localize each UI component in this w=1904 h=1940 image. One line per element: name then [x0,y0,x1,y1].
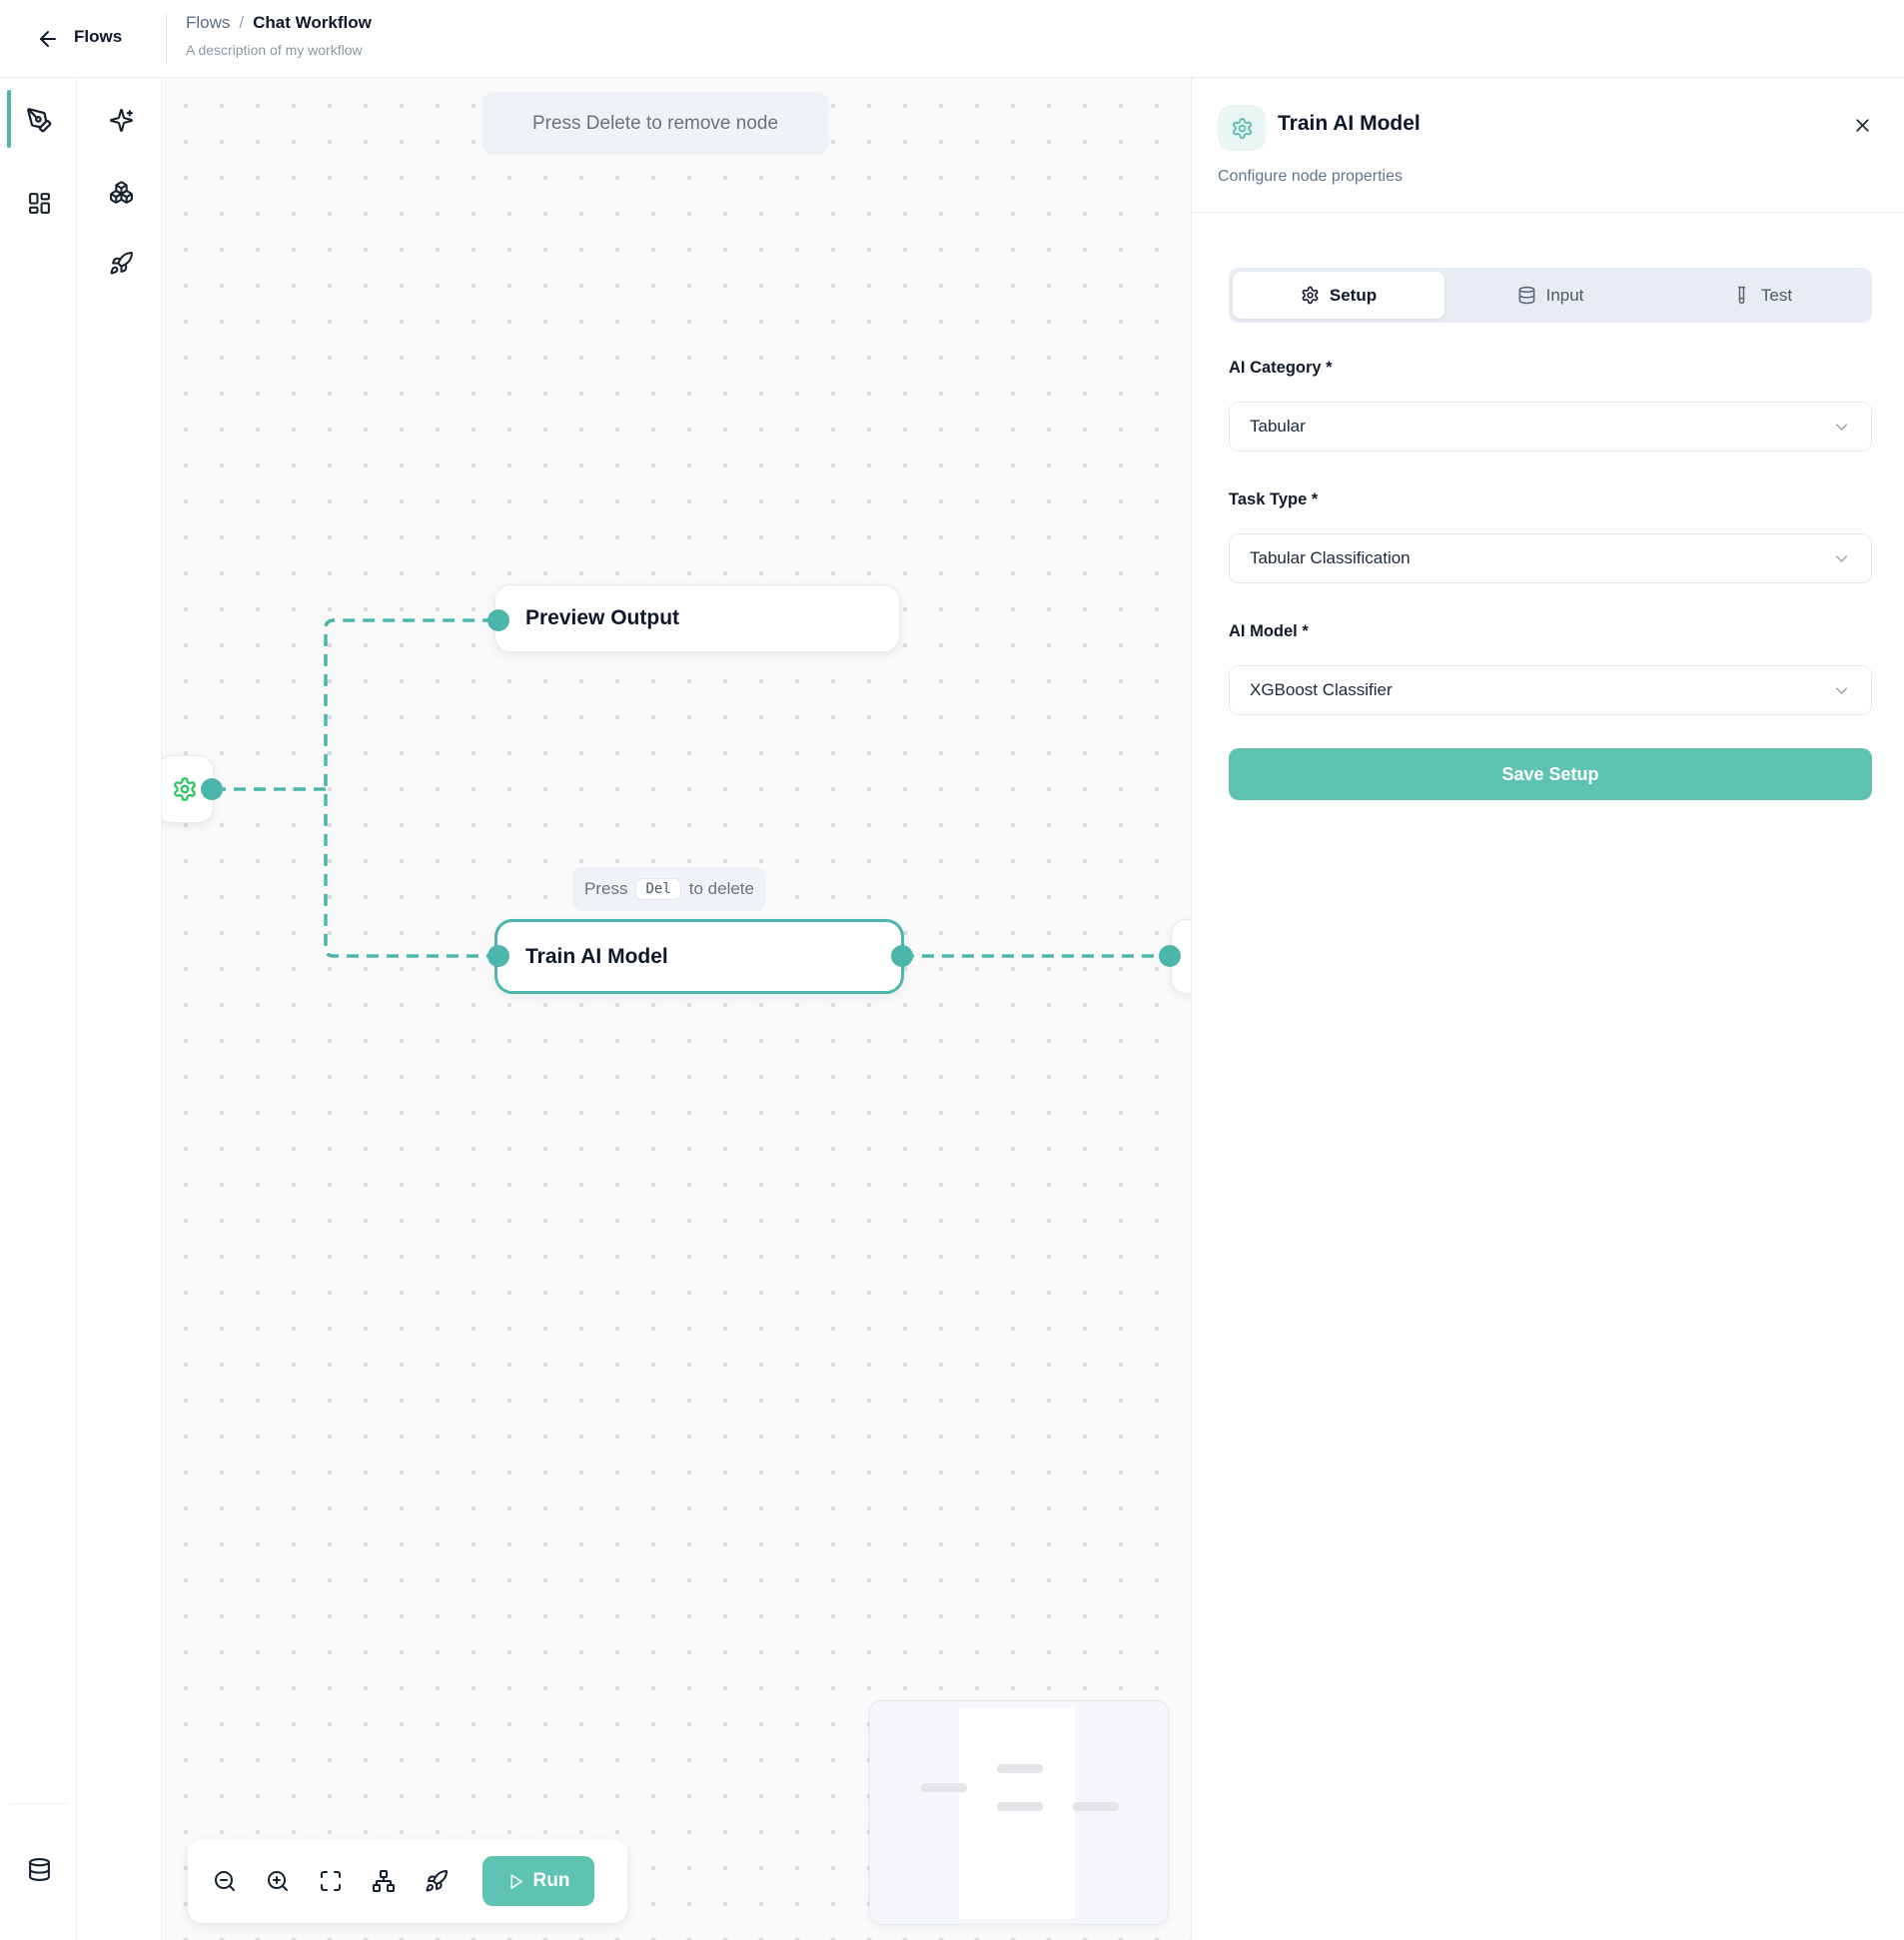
app-title: Flows [74,27,122,47]
panel-node-icon-box [1218,105,1266,151]
sparkles-plus-icon [109,108,134,133]
sidebar-item-dashboard[interactable] [17,181,61,225]
boxes-icon [109,180,134,205]
properties-panel: Train AI Model Configure node properties… [1191,78,1904,1940]
del-key: Del [635,878,680,900]
auto-layout-button[interactable] [371,1868,397,1894]
minimap-node [997,1802,1043,1811]
database-icon [1517,286,1536,305]
close-icon [1852,115,1873,136]
database-icon [27,1857,52,1882]
arrow-left-icon [36,27,60,51]
header-divider [166,14,167,64]
panel-divider [1192,212,1904,213]
save-setup-button[interactable]: Save Setup [1229,748,1872,800]
delete-hint-text: Press Delete to remove node [532,113,778,135]
workflow-description: A description of my workflow [186,42,363,58]
ai-model-label: AI Model * [1229,622,1309,641]
handle-partial-in[interactable] [1159,945,1181,967]
minimap-node [921,1783,967,1792]
active-indicator [7,90,11,148]
zoom-out-button[interactable] [212,1868,238,1894]
sidebar-item-data[interactable] [17,1847,61,1891]
node-train-ai-model[interactable]: Train AI Model [494,919,904,994]
handle-train-in[interactable] [487,945,509,967]
chevron-down-icon [1832,681,1851,700]
back-button[interactable] [34,25,62,53]
deploy-button[interactable] [424,1868,450,1894]
tab-setup[interactable]: Setup [1233,272,1444,319]
fit-view-button[interactable] [318,1868,344,1894]
press-del-suffix: to delete [689,879,754,899]
close-panel-button[interactable] [1847,110,1877,140]
task-type-value: Tabular Classification [1250,548,1411,568]
tab-label: Test [1761,286,1792,306]
breadcrumb-separator: / [239,13,244,33]
press-del-prefix: Press [584,879,627,899]
node-label: Preview Output [525,606,679,630]
tab-test[interactable]: Test [1656,272,1868,319]
panel-title: Train AI Model [1278,112,1421,136]
flow-canvas[interactable]: Press Delete to remove node Preview Outp… [162,78,1191,1940]
minimap[interactable] [869,1700,1169,1925]
sidebar-item-editor[interactable] [17,98,61,142]
primary-sidebar [0,78,77,1940]
flow-builder-app: Flows Flows / Chat Workflow A descriptio… [0,0,1904,1940]
palette-item-models[interactable] [99,170,143,214]
chevron-down-icon [1832,549,1851,568]
ai-category-label: AI Category * [1229,359,1333,378]
top-header: Flows Flows / Chat Workflow A descriptio… [0,0,1904,78]
delete-hint-tooltip: Press Delete to remove node [481,92,829,155]
rocket-icon [425,1869,449,1893]
test-tube-icon [1732,286,1751,305]
panel-tabs: Setup Input Test [1229,268,1872,323]
handle-settings-out[interactable] [201,778,223,800]
tab-input[interactable]: Input [1444,272,1656,319]
zoom-in-icon [266,1869,290,1893]
rocket-icon [109,251,134,276]
task-type-select[interactable]: Tabular Classification [1229,533,1872,583]
pen-tool-icon [26,107,53,134]
gear-icon [1231,117,1254,140]
zoom-out-icon [213,1869,237,1893]
palette-item-ai[interactable] [99,98,143,142]
gear-icon [1301,286,1320,305]
palette-item-deploy[interactable] [99,241,143,285]
ai-model-select[interactable]: XGBoost Classifier [1229,665,1872,715]
ai-category-value: Tabular [1250,417,1306,437]
breadcrumb-current: Chat Workflow [253,13,372,33]
zoom-in-button[interactable] [265,1868,291,1894]
breadcrumb: Flows / Chat Workflow [186,13,372,33]
task-type-label: Task Type * [1229,490,1318,509]
sidebar-divider [10,1803,67,1804]
minimap-node [1073,1802,1119,1811]
chevron-down-icon [1832,418,1851,437]
node-label: Train AI Model [525,945,668,969]
run-label: Run [533,1870,570,1892]
breadcrumb-flows[interactable]: Flows [186,13,230,33]
minimap-node [997,1764,1043,1773]
gear-icon [172,776,198,802]
tab-label: Input [1546,286,1584,306]
canvas-toolbar: Run [188,1839,627,1923]
press-del-tooltip: Press Del to delete [572,867,766,911]
ai-category-select[interactable]: Tabular [1229,402,1872,452]
node-palette-sidebar [77,78,162,1940]
dashboard-icon [27,191,52,216]
node-preview-output[interactable]: Preview Output [494,584,900,652]
minimap-viewport[interactable] [959,1708,1075,1919]
panel-subtitle: Configure node properties [1218,168,1403,186]
connection-edges [162,78,1191,1940]
run-button[interactable]: Run [482,1856,594,1906]
handle-preview-output-in[interactable] [487,609,509,631]
handle-train-out[interactable] [891,945,913,967]
layout-tree-icon [372,1869,396,1893]
tab-label: Setup [1330,286,1377,306]
fit-view-icon [319,1869,343,1893]
play-icon [507,1873,524,1890]
ai-model-value: XGBoost Classifier [1250,680,1393,700]
